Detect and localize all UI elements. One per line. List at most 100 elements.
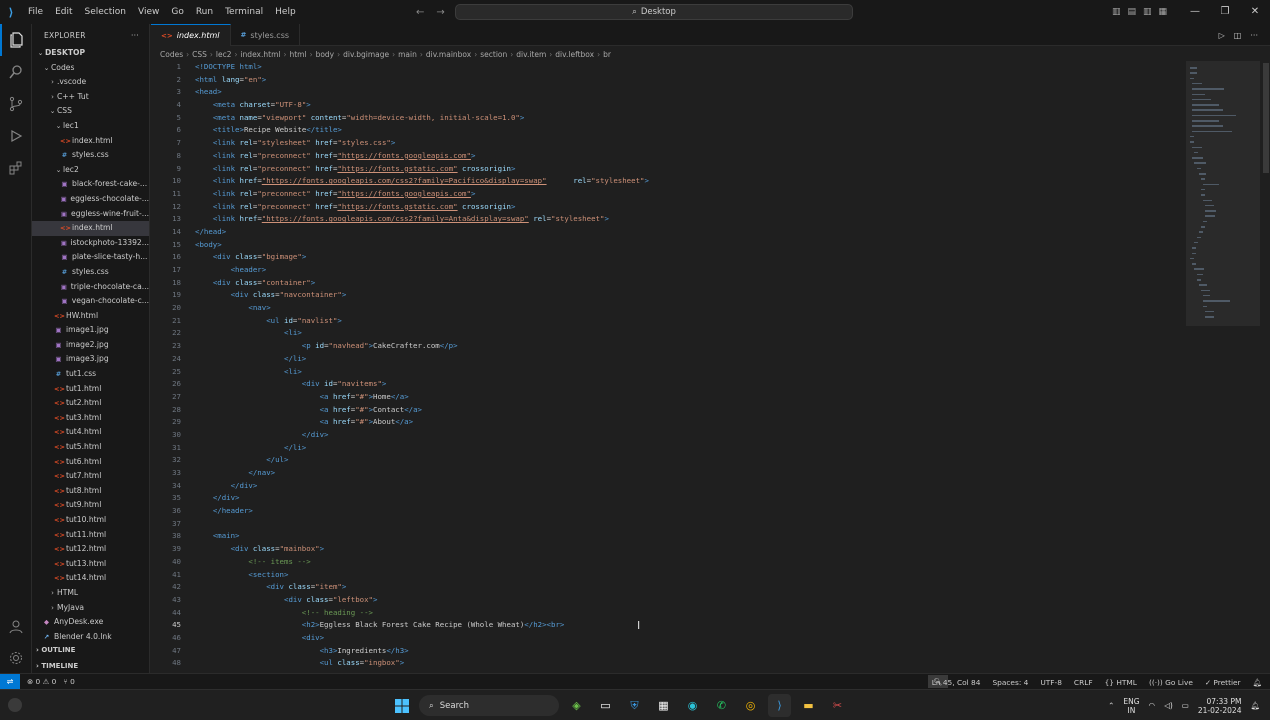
tree-file[interactable]: <> tut6.html: [32, 455, 149, 470]
menu-item-run[interactable]: Run: [190, 0, 219, 24]
split-editor-icon[interactable]: ◫: [1234, 31, 1242, 40]
run-play-icon[interactable]: ▷: [1219, 31, 1225, 40]
problems-indicator[interactable]: ⊗ 0 ⚠ 0: [27, 677, 56, 686]
wifi-icon[interactable]: ◠: [1149, 701, 1156, 710]
tree-file[interactable]: ▣ istockphoto-13392...: [32, 236, 149, 251]
tree-file[interactable]: ▣ eggless-wine-fruit-...: [32, 207, 149, 222]
tree-file[interactable]: ▣ image1.jpg: [32, 323, 149, 338]
extensions-icon[interactable]: [0, 152, 32, 184]
notifications-bell-icon[interactable]: 🔔︎: [1253, 678, 1262, 687]
tree-folder[interactable]: › HTML: [32, 586, 149, 601]
breadcrumb-item[interactable]: CSS: [192, 50, 207, 59]
vscode-taskbar-icon[interactable]: ⟩: [768, 694, 791, 717]
tab-index-html[interactable]: <> index.html: [151, 24, 231, 46]
breadcrumb-item[interactable]: div.bgimage: [343, 50, 389, 59]
menu-item-edit[interactable]: Edit: [49, 0, 78, 24]
store-icon[interactable]: ▦: [652, 694, 675, 717]
tree-file[interactable]: <> tut10.html: [32, 513, 149, 528]
breadcrumb-item[interactable]: html: [289, 50, 306, 59]
tree-file[interactable]: <> tut2.html: [32, 396, 149, 411]
menu-item-help[interactable]: Help: [269, 0, 302, 24]
search-view-icon[interactable]: [0, 56, 32, 88]
tree-file[interactable]: # tut1.css: [32, 367, 149, 382]
tree-file[interactable]: <> index.html: [32, 221, 149, 236]
volume-icon[interactable]: ◁): [1164, 701, 1173, 710]
cursor-position[interactable]: Ln 45, Col 84: [932, 678, 981, 687]
code-editor[interactable]: 1 <!DOCTYPE html> 2 <html lang="en"> 3 <head>…: [151, 61, 1186, 673]
tree-folder[interactable]: › C++ Tut: [32, 90, 149, 105]
prettier-status[interactable]: ✓ Prettier: [1205, 678, 1241, 687]
go-live-button[interactable]: ((·)) Go Live: [1149, 678, 1193, 687]
minimap[interactable]: [1186, 61, 1260, 673]
clock[interactable]: 07:33 PM 21-02-2024: [1198, 697, 1242, 715]
tree-file[interactable]: # styles.css: [32, 148, 149, 163]
maximize-button[interactable]: ❐: [1210, 0, 1240, 24]
breadcrumb-item[interactable]: lec2: [216, 50, 232, 59]
run-debug-icon[interactable]: [0, 120, 32, 152]
command-center-search[interactable]: ⌕ Desktop: [455, 4, 853, 20]
tree-file[interactable]: ▣ image2.jpg: [32, 338, 149, 353]
breadcrumb-item[interactable]: br: [603, 50, 611, 59]
forward-arrow-icon[interactable]: →: [436, 7, 444, 18]
explorer-icon[interactable]: [0, 24, 32, 56]
tree-folder[interactable]: ⌄ DESKTOP: [32, 46, 149, 61]
menu-item-selection[interactable]: Selection: [79, 0, 132, 24]
tree-file[interactable]: ◆ AnyDesk.exe: [32, 615, 149, 630]
task-view-icon[interactable]: ▭: [594, 694, 617, 717]
tree-file[interactable]: <> tut1.html: [32, 382, 149, 397]
source-control-icon[interactable]: [0, 88, 32, 120]
minimap-slider[interactable]: [1186, 61, 1260, 326]
tree-file[interactable]: <> tut11.html: [32, 528, 149, 543]
snipping-tool-icon[interactable]: ✂: [826, 694, 849, 717]
tree-file[interactable]: <> tut13.html: [32, 557, 149, 572]
tab-styles-css[interactable]: # styles.css: [231, 24, 301, 46]
tree-file[interactable]: ▣ black-forest-cake-...: [32, 177, 149, 192]
language-mode[interactable]: {} HTML: [1105, 678, 1137, 687]
minimize-button[interactable]: —: [1180, 0, 1210, 24]
tree-folder[interactable]: ⌄ CSS: [32, 104, 149, 119]
tree-file[interactable]: <> tut5.html: [32, 440, 149, 455]
tree-file[interactable]: ↗ Blender 4.0.lnk: [32, 630, 149, 645]
tree-file[interactable]: ▣ plate-slice-tasty-h...: [32, 250, 149, 265]
outline-section[interactable]: › OUTLINE: [32, 644, 149, 657]
accounts-icon[interactable]: [0, 610, 32, 642]
toggle-primary-sidebar-icon[interactable]: ▥: [1112, 7, 1121, 17]
tree-file[interactable]: <> HW.html: [32, 309, 149, 324]
ports-indicator[interactable]: ⑂ 0: [63, 677, 75, 686]
vertical-scrollbar[interactable]: [1262, 61, 1270, 673]
tree-file[interactable]: <> tut14.html: [32, 571, 149, 586]
tree-folder[interactable]: ⌄ Codes: [32, 61, 149, 76]
tree-file[interactable]: ▣ triple-chocolate-ca...: [32, 280, 149, 295]
notification-center-icon[interactable]: 🔔︎: [1250, 701, 1260, 710]
edge-browser-icon[interactable]: ◉: [681, 694, 704, 717]
breadcrumb-item[interactable]: body: [316, 50, 335, 59]
scrollbar-thumb[interactable]: [1263, 63, 1269, 173]
breadcrumb-item[interactable]: div.mainbox: [426, 50, 471, 59]
line-ending[interactable]: CRLF: [1074, 678, 1093, 687]
tree-file[interactable]: ▣ eggless-chocolate-...: [32, 192, 149, 207]
breadcrumb-item[interactable]: section: [480, 50, 507, 59]
breadcrumb-item[interactable]: Codes: [160, 50, 183, 59]
menu-item-terminal[interactable]: Terminal: [219, 0, 269, 24]
battery-icon[interactable]: ▭: [1182, 701, 1189, 710]
menu-item-file[interactable]: File: [22, 0, 49, 24]
chevron-up-icon[interactable]: ⌃: [1108, 701, 1114, 710]
tree-file[interactable]: <> tut3.html: [32, 411, 149, 426]
file-explorer-icon[interactable]: ▬: [797, 694, 820, 717]
tree-file[interactable]: <> tut4.html: [32, 425, 149, 440]
menu-item-view[interactable]: View: [132, 0, 165, 24]
toggle-secondary-sidebar-icon[interactable]: ▥: [1143, 7, 1152, 17]
close-button[interactable]: ✕: [1240, 0, 1270, 24]
tree-folder[interactable]: › MyJava: [32, 601, 149, 616]
tree-folder[interactable]: ⌄ lec1: [32, 119, 149, 134]
indentation[interactable]: Spaces: 4: [992, 678, 1028, 687]
whatsapp-icon[interactable]: ✆: [710, 694, 733, 717]
menu-item-go[interactable]: Go: [165, 0, 189, 24]
chrome-browser-icon[interactable]: ◎: [739, 694, 762, 717]
breadcrumb-item[interactable]: index.html: [240, 50, 280, 59]
tree-folder[interactable]: ⌄ lec2: [32, 163, 149, 178]
security-shield-icon[interactable]: ⛨: [623, 694, 646, 717]
more-actions-icon[interactable]: ···: [131, 31, 139, 40]
encoding[interactable]: UTF-8: [1040, 678, 1062, 687]
more-actions-icon[interactable]: ···: [1250, 31, 1258, 40]
